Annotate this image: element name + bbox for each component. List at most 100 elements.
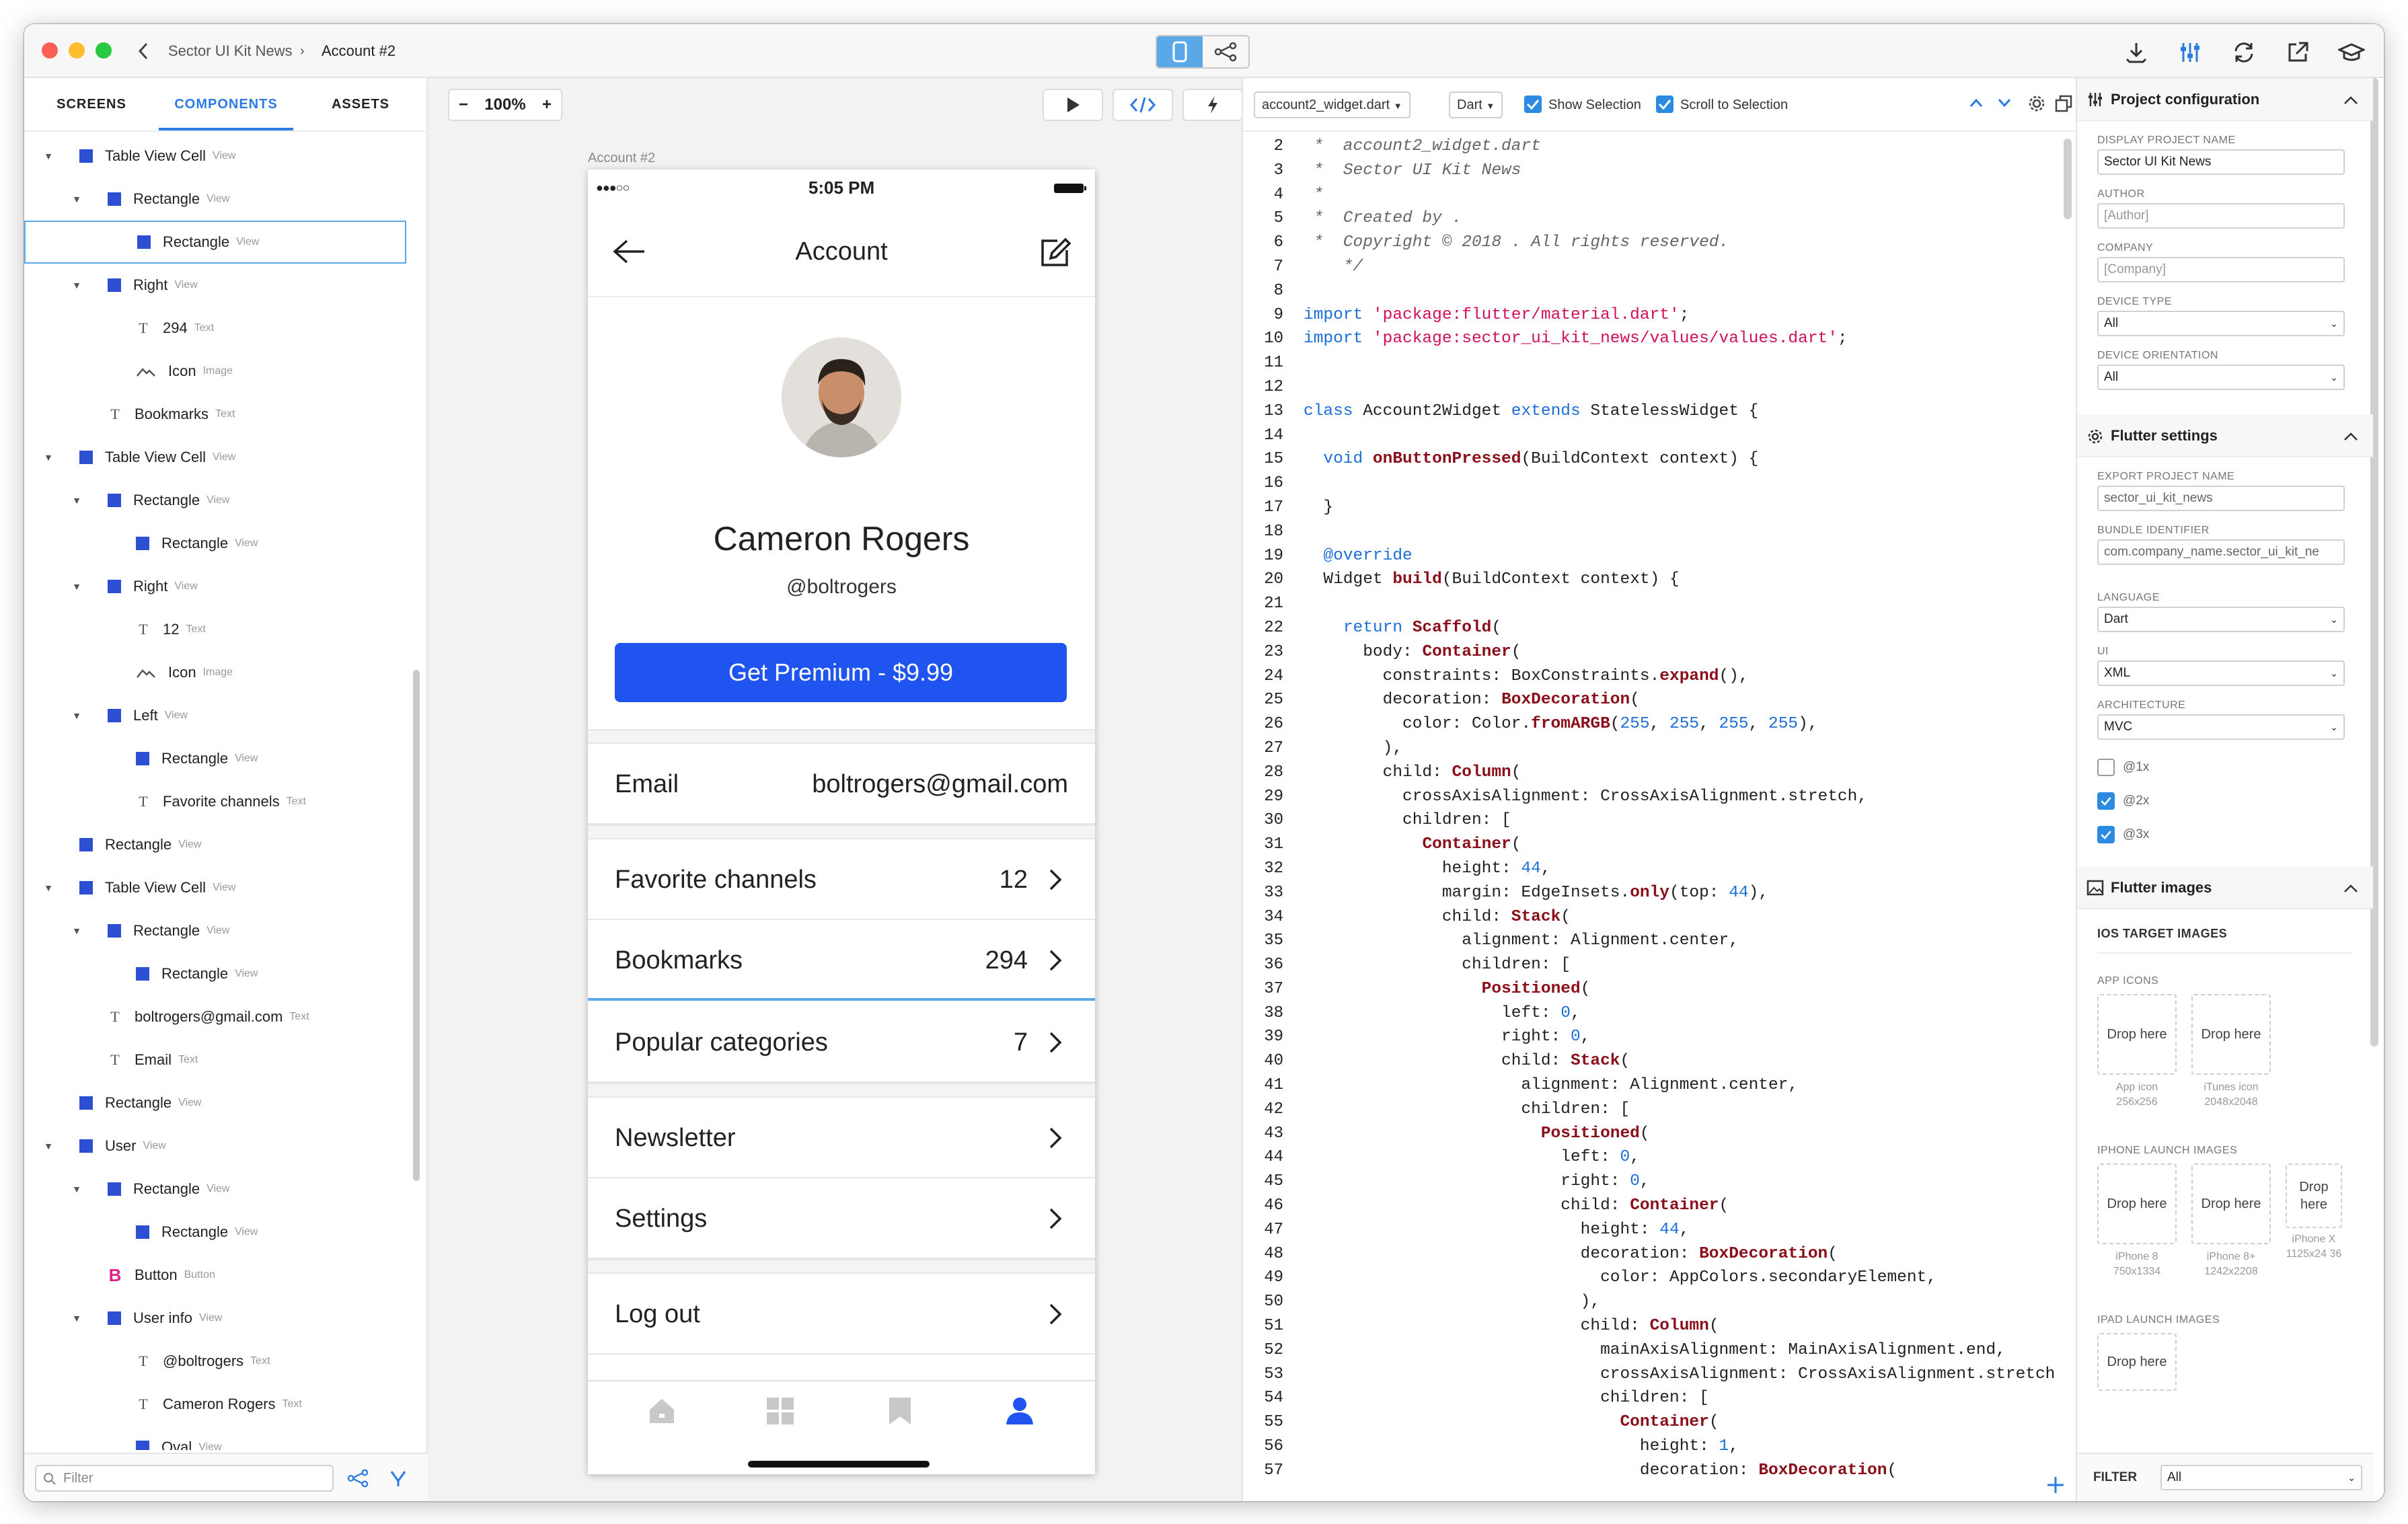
code-line[interactable]: height: 44,	[1304, 857, 2070, 881]
flutter-settings-header[interactable]: Flutter settings	[2077, 414, 2373, 457]
code-line[interactable]: ),	[1304, 736, 2070, 761]
gear-icon[interactable]	[2027, 94, 2046, 113]
layer-tree-row[interactable]: T Cameron Rogers Text	[24, 1383, 421, 1426]
code-line[interactable]: @override	[1304, 544, 2070, 568]
layer-tree-row[interactable]: ▼ Rectangle View	[24, 909, 421, 952]
disclosure-triangle-icon[interactable]: ▼	[70, 1184, 83, 1194]
minimize-window-button[interactable]	[69, 42, 85, 59]
disclosure-triangle-icon[interactable]: ▼	[70, 1313, 83, 1324]
disclosure-triangle-icon[interactable]: ▼	[42, 1141, 55, 1151]
code-line[interactable]: */	[1304, 255, 2070, 279]
language-select[interactable]: Dart ▼	[1449, 91, 1503, 118]
flow-filter-icon[interactable]	[347, 1468, 369, 1489]
edit-icon[interactable]	[1040, 237, 1071, 268]
export-download-icon[interactable]	[2123, 39, 2150, 66]
code-line[interactable]: * Copyright © 2018 . All rights reserved…	[1304, 231, 2070, 255]
detach-window-icon[interactable]	[2054, 94, 2073, 113]
iphone8-drop-zone[interactable]: Drop here	[2097, 1164, 2177, 1244]
collapse-chevron-icon[interactable]	[2343, 884, 2358, 893]
code-line[interactable]: height: 44,	[1304, 1218, 2070, 1242]
user-icon[interactable]	[1005, 1396, 1034, 1426]
code-line[interactable]	[1304, 375, 2070, 399]
sync-icon[interactable]	[2230, 39, 2257, 66]
author-field[interactable]: [Author]	[2097, 203, 2345, 229]
file-select[interactable]: account2_widget.dart ▼	[1254, 91, 1410, 118]
code-view-button[interactable]	[1113, 89, 1173, 121]
bundle-identifier-field[interactable]: com.company_name.sector_ui_kit_ne	[2097, 539, 2345, 565]
code-line[interactable]: alignment: Alignment.center,	[1304, 1073, 2070, 1098]
layer-tree-row[interactable]: ▼ User info View	[24, 1297, 421, 1340]
code-line[interactable]: left: 0,	[1304, 1001, 2070, 1026]
add-icon[interactable]	[2045, 1474, 2066, 1496]
code-line[interactable]: color: AppColors.secondaryElement,	[1304, 1266, 2070, 1290]
code-line[interactable]: child: Column(	[1304, 1314, 2070, 1338]
code-line[interactable]: * account2_widget.dart	[1304, 135, 2070, 159]
code-line[interactable]: Positioned(	[1304, 1122, 2070, 1146]
layer-tree-row[interactable]: Rectangle View	[24, 952, 421, 995]
disclosure-triangle-icon[interactable]: ▼	[70, 710, 83, 721]
layer-tree-row[interactable]: ▼ Table View Cell View	[24, 135, 421, 178]
code-line[interactable]: color: Color.fromARGB(255, 255, 255, 255…	[1304, 712, 2070, 736]
iphonex-drop-zone[interactable]: Drop here	[2286, 1164, 2342, 1228]
layer-tree-row[interactable]: T 294 Text	[24, 307, 421, 350]
architecture-select[interactable]: MVC ⌄	[2097, 714, 2345, 740]
code-line[interactable]: crossAxisAlignment: CrossAxisAlignment.s…	[1304, 785, 2070, 809]
code-line[interactable]: height: 1,	[1304, 1435, 2070, 1459]
layer-tree-row[interactable]: ▼ Rectangle View	[24, 1168, 421, 1211]
collapse-chevron-icon[interactable]	[2343, 432, 2358, 441]
language-select[interactable]: Dart ⌄	[2097, 607, 2345, 632]
tab-components[interactable]: COMPONENTS	[159, 78, 293, 130]
layer-tree-scrollbar[interactable]	[413, 670, 420, 1181]
flow-view-button[interactable]	[1203, 36, 1248, 67]
disclosure-triangle-icon[interactable]: ▼	[42, 151, 55, 161]
layer-filter-input[interactable]: Filter	[35, 1465, 334, 1492]
device-view-button[interactable]	[1157, 36, 1203, 67]
code-line[interactable]: *	[1304, 183, 2070, 207]
code-line[interactable]: child: Container(	[1304, 1194, 2070, 1218]
list-item[interactable]: Settings	[588, 1178, 1095, 1259]
disclosure-triangle-icon[interactable]: ▼	[42, 452, 55, 463]
layer-tree-row[interactable]: Rectangle View	[24, 1211, 421, 1254]
home-icon[interactable]	[647, 1396, 677, 1426]
export-project-name-field[interactable]: sector_ui_kit_news	[2097, 486, 2345, 511]
code-line[interactable]	[1304, 424, 2070, 448]
list-item[interactable]: Favorite channels 12	[588, 839, 1095, 920]
scale-2x-checkbox[interactable]	[2097, 792, 2115, 810]
code-line[interactable]: children: [	[1304, 808, 2070, 833]
list-item[interactable]: Popular categories 7	[588, 1002, 1095, 1083]
code-line[interactable]: Container(	[1304, 833, 2070, 857]
branch-icon[interactable]	[387, 1468, 409, 1489]
ipad-drop-zone[interactable]: Drop here	[2097, 1333, 2177, 1391]
code-line[interactable]	[1304, 520, 2070, 544]
code-line[interactable]: * Created by .	[1304, 206, 2070, 231]
chevron-down-icon[interactable]	[1998, 98, 2011, 108]
project-configuration-header[interactable]: Project configuration	[2077, 78, 2373, 121]
code-line[interactable]: decoration: BoxDecoration(	[1304, 1242, 2070, 1266]
itunes-icon-drop-zone[interactable]: Drop here	[2191, 994, 2271, 1075]
zoom-in-button[interactable]: +	[542, 96, 552, 114]
bookmark-icon[interactable]	[888, 1396, 912, 1426]
disclosure-triangle-icon[interactable]: ▼	[70, 925, 83, 936]
close-window-button[interactable]	[42, 42, 58, 59]
open-external-icon[interactable]	[2284, 39, 2311, 66]
collapse-chevron-icon[interactable]	[2343, 96, 2358, 105]
properties-filter-select[interactable]: All ⌄	[2160, 1465, 2362, 1490]
code-line[interactable]: margin: EdgeInsets.only(top: 44),	[1304, 881, 2070, 905]
disclosure-triangle-icon[interactable]: ▼	[42, 882, 55, 893]
code-line[interactable]: decoration: BoxDecoration(	[1304, 688, 2070, 712]
layer-tree-row[interactable]: ▼ Left View	[24, 694, 421, 737]
code-line[interactable]	[1304, 592, 2070, 616]
app-icon-drop-zone[interactable]: Drop here	[2097, 994, 2177, 1075]
code-line[interactable]: child: Stack(	[1304, 905, 2070, 929]
disclosure-triangle-icon[interactable]: ▼	[70, 194, 83, 204]
layer-tree-row[interactable]: Rectangle View	[24, 221, 406, 264]
layer-tree-row[interactable]: T @boltrogers Text	[24, 1340, 421, 1383]
code-line[interactable]: constraints: BoxConstraints.expand(),	[1304, 664, 2070, 689]
grid-icon[interactable]	[765, 1396, 795, 1426]
company-field[interactable]: [Company]	[2097, 257, 2345, 282]
layer-tree-row[interactable]: ▼ Rectangle View	[24, 479, 421, 522]
layer-tree-row[interactable]: ▼ User View	[24, 1125, 421, 1168]
code-line[interactable]	[1304, 351, 2070, 375]
code-line[interactable]: children: [	[1304, 953, 2070, 977]
layer-tree-row[interactable]: Oval View	[24, 1426, 421, 1450]
